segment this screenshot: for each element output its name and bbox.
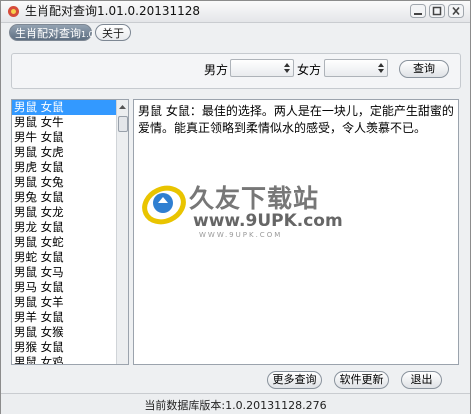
list-item[interactable]: 男鼠 女马 [12, 265, 117, 280]
minimize-icon[interactable] [410, 4, 426, 18]
maximize-icon[interactable] [429, 4, 445, 18]
female-label: 女方 [297, 63, 322, 77]
watermark: 久友下载站 www.9UPK.com WWW.9UPK.COM [141, 175, 343, 241]
download-site-logo-icon [142, 185, 186, 225]
watermark-name: 久友下载站 [189, 184, 320, 213]
list-item[interactable]: 男鼠 女猴 [12, 325, 117, 340]
pair-list-items: 男鼠 女鼠 男鼠 女牛 男牛 女鼠 男鼠 女虎 男虎 女鼠 男鼠 女兔 男兔 女鼠 男鼠 女龙… [12, 100, 117, 364]
list-item[interactable]: 男鼠 女羊 [12, 295, 117, 310]
status-bar: 当前数据库版本:1.0.20131128.276 [1, 393, 470, 414]
list-item[interactable]: 男兔 女鼠 [12, 190, 117, 205]
scroll-thumb[interactable] [118, 116, 128, 132]
tab-zodiac-query-label: 生肖配对查询 [15, 27, 81, 40]
title-bar[interactable]: 生肖配对查询1.01.0.20131128 [1, 1, 470, 23]
tab-version: 1.0 [81, 30, 94, 39]
search-button[interactable]: 查询 [399, 60, 449, 78]
list-item[interactable]: 男羊 女鼠 [12, 310, 117, 325]
tab-zodiac-query[interactable]: 生肖配对查询1.0 [9, 24, 94, 41]
list-item[interactable]: 男猴 女鼠 [12, 340, 117, 355]
tab-about-label: 关于 [102, 27, 124, 40]
male-label: 男方 [204, 63, 229, 77]
list-item[interactable]: 男鼠 女兔 [12, 175, 117, 190]
app-window: 生肖配对查询1.01.0.20131128 生肖配对查询1.0 关于 男方 女方 [0, 0, 471, 414]
more-query-button[interactable]: 更多查询 [267, 371, 322, 389]
pair-list[interactable]: 男鼠 女鼠 男鼠 女牛 男牛 女鼠 男鼠 女虎 男虎 女鼠 男鼠 女兔 男兔 女鼠 男鼠 女龙… [11, 99, 129, 365]
exit-button[interactable]: 退出 [401, 371, 442, 389]
list-item[interactable]: 男蛇 女鼠 [12, 250, 117, 265]
spin-arrows-icon [378, 63, 384, 73]
watermark-sub: WWW.9UPK.COM [199, 231, 283, 239]
scroll-up-icon[interactable] [118, 103, 127, 111]
female-select[interactable] [324, 59, 388, 77]
query-panel: 男方 女方 查询 [11, 53, 461, 89]
list-item[interactable]: 男鼠 女鼠 [12, 100, 117, 115]
window-title: 生肖配对查询1.01.0.20131128 [25, 4, 201, 18]
list-item[interactable]: 男龙 女鼠 [12, 220, 117, 235]
male-select[interactable] [230, 59, 294, 77]
list-item[interactable]: 男鼠 女鸡 [12, 355, 117, 364]
list-item[interactable]: 男虎 女鼠 [12, 160, 117, 175]
list-item[interactable]: 男马 女鼠 [12, 280, 117, 295]
tab-about[interactable]: 关于 [95, 24, 131, 41]
list-item[interactable]: 男鼠 女牛 [12, 115, 117, 130]
list-item[interactable]: 男鼠 女龙 [12, 205, 117, 220]
list-item[interactable]: 男鼠 女虎 [12, 145, 117, 160]
list-scrollbar[interactable] [116, 100, 128, 364]
list-item[interactable]: 男鼠 女蛇 [12, 235, 117, 250]
watermark-url: www.9UPK.com [193, 211, 343, 231]
database-version: 当前数据库版本:1.0.20131128.276 [144, 399, 327, 412]
app-icon [8, 6, 19, 17]
list-item[interactable]: 男牛 女鼠 [12, 130, 117, 145]
close-icon[interactable] [448, 4, 464, 18]
result-text: 男鼠 女鼠：最佳的选择。两人是在一块儿，定能产生甜蜜的爱情。能真正领略到柔情似水… [138, 104, 454, 135]
software-update-button[interactable]: 软件更新 [334, 371, 389, 389]
spin-arrows-icon [284, 63, 290, 73]
